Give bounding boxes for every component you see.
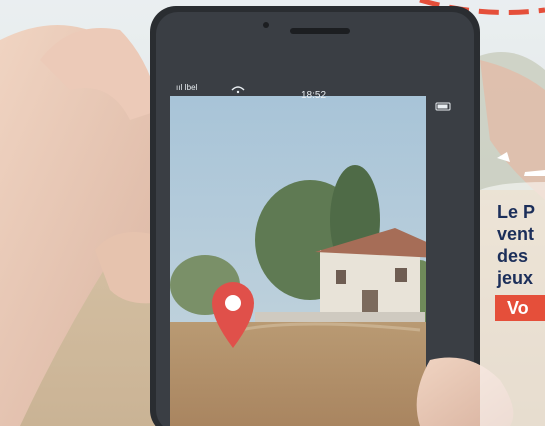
promo-line-1: Le P — [497, 202, 536, 222]
phone-camera — [263, 22, 269, 28]
cta-button[interactable]: Vo — [495, 295, 545, 321]
status-time: 18:52 — [301, 90, 327, 101]
promo-line-4: jeux — [497, 268, 534, 288]
phone-speaker — [290, 28, 350, 34]
promo-line-2: vent — [497, 224, 535, 244]
scene — [0, 0, 545, 426]
phone-screen — [170, 96, 426, 426]
promo-line-3: des — [497, 246, 529, 266]
carrier-signal: ııl Ibel — [176, 83, 198, 92]
promo-headline: Le P vent des jeux — [497, 201, 535, 289]
